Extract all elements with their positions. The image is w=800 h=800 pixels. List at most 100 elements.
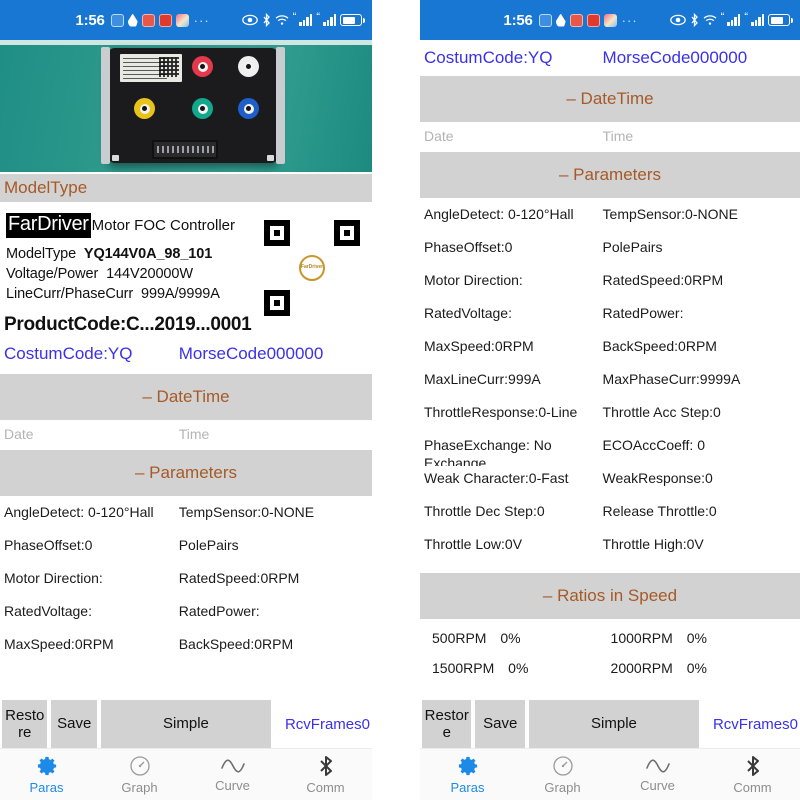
terminal-post-yellow bbox=[134, 98, 155, 119]
label-card: FarDriver FarDriver Motor FOC Controller… bbox=[0, 202, 372, 322]
morse-code[interactable]: MorseCode000000 bbox=[179, 344, 368, 364]
param-left[interactable]: RatedVoltage: bbox=[4, 599, 179, 621]
tab-paras[interactable]: Paras bbox=[420, 754, 515, 795]
spec-key: LineCurr/PhaseCurr bbox=[6, 286, 134, 302]
table-row: ThrottleResponse:0-Line Throttle Acc Ste… bbox=[424, 400, 796, 433]
bluetooth-icon bbox=[744, 754, 762, 778]
terminal-post-red bbox=[192, 56, 213, 77]
section-header-parameters[interactable]: – Parameters bbox=[420, 152, 800, 198]
ratio-left[interactable]: 500RPM 0% bbox=[424, 625, 603, 655]
param-left[interactable]: Motor Direction: bbox=[4, 566, 179, 588]
param-right[interactable]: RatedPower: bbox=[603, 301, 796, 323]
tab-comm[interactable]: Comm bbox=[279, 754, 372, 795]
tab-label: Graph bbox=[544, 780, 581, 795]
param-right[interactable]: TempSensor:0-NONE bbox=[603, 202, 796, 224]
restore-button[interactable]: Restore bbox=[2, 700, 48, 748]
param-right[interactable]: ECOAccCoeff: 0 bbox=[603, 433, 796, 455]
table-row: AngleDetect: 0-120°Hall TempSensor:0-NON… bbox=[4, 500, 368, 533]
param-left[interactable]: PhaseOffset:0 bbox=[424, 235, 603, 257]
ratio-right[interactable]: 2000RPM 0% bbox=[603, 655, 796, 685]
wave-icon bbox=[645, 756, 671, 776]
param-right[interactable]: BackSpeed:0RPM bbox=[603, 334, 796, 356]
date-input[interactable]: Date bbox=[4, 426, 179, 442]
rcv-frames-status: RcvFrames0 bbox=[712, 715, 798, 733]
tab-graph[interactable]: Graph bbox=[93, 754, 186, 795]
param-right[interactable]: WeakResponse:0 bbox=[603, 466, 796, 488]
section-header-parameters[interactable]: – Parameters bbox=[0, 450, 372, 496]
morse-code[interactable]: MorseCode000000 bbox=[603, 48, 796, 68]
param-left[interactable]: PhaseExchange: No Exchange bbox=[424, 433, 603, 466]
time-input[interactable]: Time bbox=[603, 128, 796, 144]
alert-red-icon bbox=[141, 13, 155, 27]
param-right[interactable]: RatedSpeed:0RPM bbox=[179, 566, 368, 588]
status-bar-clock: 1:56 bbox=[75, 11, 105, 29]
tab-curve[interactable]: Curve bbox=[610, 756, 705, 793]
tab-label: Comm bbox=[306, 780, 345, 795]
table-row: AngleDetect: 0-120°Hall TempSensor:0-NON… bbox=[424, 202, 796, 235]
param-left[interactable]: PhaseOffset:0 bbox=[4, 533, 179, 555]
tab-graph[interactable]: Graph bbox=[515, 754, 610, 795]
terminal-post-white bbox=[238, 56, 259, 77]
terminal-post-teal bbox=[192, 98, 213, 119]
date-input[interactable]: Date bbox=[424, 128, 603, 144]
table-row: Throttle Dec Step:0 Release Throttle:0 bbox=[424, 499, 796, 532]
param-right[interactable]: TempSensor:0-NONE bbox=[179, 500, 368, 522]
param-right[interactable]: RatedPower: bbox=[179, 599, 368, 621]
simple-button[interactable]: Simple bbox=[100, 700, 271, 748]
param-left[interactable]: MaxSpeed:0RPM bbox=[424, 334, 603, 356]
tab-comm[interactable]: Comm bbox=[705, 754, 800, 795]
eye-icon bbox=[241, 14, 258, 26]
wifi-icon bbox=[703, 14, 717, 26]
table-row: Motor Direction: RatedSpeed:0RPM bbox=[424, 268, 796, 301]
table-row: 1500RPM 0% 2000RPM 0% bbox=[420, 655, 800, 685]
param-right[interactable]: Throttle Acc Step:0 bbox=[603, 400, 796, 422]
gauge-icon bbox=[128, 754, 152, 778]
ratio-pct: 0% bbox=[686, 660, 707, 676]
costum-code[interactable]: CostumCode:YQ bbox=[4, 344, 179, 364]
left-phone-panel: 1:56 ··· “ “ ModelType FarDriver FarDriv… bbox=[0, 0, 372, 800]
simple-button[interactable]: Simple bbox=[528, 700, 699, 748]
bluetooth-icon bbox=[262, 13, 271, 27]
param-right[interactable]: BackSpeed:0RPM bbox=[179, 632, 368, 654]
table-row: MaxSpeed:0RPM BackSpeed:0RPM bbox=[424, 334, 796, 367]
param-right[interactable]: PolePairs bbox=[179, 533, 368, 555]
param-left[interactable]: AngleDetect: 0-120°Hall bbox=[424, 202, 603, 224]
tab-curve[interactable]: Curve bbox=[186, 756, 279, 793]
code-row: CostumCode:YQ MorseCode000000 bbox=[420, 40, 800, 76]
ratio-rpm: 500RPM bbox=[432, 630, 487, 646]
param-left[interactable]: AngleDetect: 0-120°Hall bbox=[4, 500, 179, 522]
mount-screw bbox=[267, 155, 274, 161]
param-right[interactable]: MaxPhaseCurr:9999A bbox=[603, 367, 796, 389]
time-input[interactable]: Time bbox=[179, 426, 368, 442]
restore-button[interactable]: Restore bbox=[422, 700, 472, 748]
save-button[interactable]: Save bbox=[51, 700, 97, 748]
param-right[interactable]: Release Throttle:0 bbox=[603, 499, 796, 521]
param-left[interactable]: Throttle Low:0V bbox=[424, 532, 603, 554]
signal-1-icon bbox=[299, 14, 313, 26]
param-left[interactable]: RatedVoltage: bbox=[424, 301, 603, 323]
save-button[interactable]: Save bbox=[475, 700, 525, 748]
param-left[interactable]: MaxSpeed:0RPM bbox=[4, 632, 179, 654]
wifi-icon bbox=[275, 14, 289, 26]
param-left[interactable]: Weak Character:0-Fast bbox=[424, 466, 603, 488]
costum-code[interactable]: CostumCode:YQ bbox=[424, 48, 603, 68]
param-left[interactable]: Motor Direction: bbox=[424, 268, 603, 290]
app-badge-icon bbox=[538, 13, 552, 27]
ratio-right[interactable]: 1000RPM 0% bbox=[603, 625, 796, 655]
ratio-left[interactable]: 1500RPM 0% bbox=[424, 655, 603, 685]
section-header-ratios[interactable]: – Ratios in Speed bbox=[420, 573, 800, 619]
datetime-row: Date Time bbox=[420, 122, 800, 152]
section-header-datetime[interactable]: – DateTime bbox=[420, 76, 800, 122]
tab-paras[interactable]: Paras bbox=[0, 754, 93, 795]
param-right[interactable]: RatedSpeed:0RPM bbox=[603, 268, 796, 290]
param-right[interactable]: Throttle High:0V bbox=[603, 532, 796, 554]
param-left[interactable]: MaxLineCurr:999A bbox=[424, 367, 603, 389]
tab-label: Graph bbox=[121, 780, 158, 795]
param-right[interactable]: PolePairs bbox=[603, 235, 796, 257]
section-header-datetime[interactable]: – DateTime bbox=[0, 374, 372, 420]
param-left[interactable]: ThrottleResponse:0-Line bbox=[424, 400, 603, 422]
param-left[interactable]: Throttle Dec Step:0 bbox=[424, 499, 603, 521]
signal-2-icon bbox=[323, 14, 336, 26]
screenshot-root: 1:56 ··· “ “ ModelType FarDriver FarDriv… bbox=[0, 0, 800, 800]
gear-icon bbox=[35, 754, 59, 778]
